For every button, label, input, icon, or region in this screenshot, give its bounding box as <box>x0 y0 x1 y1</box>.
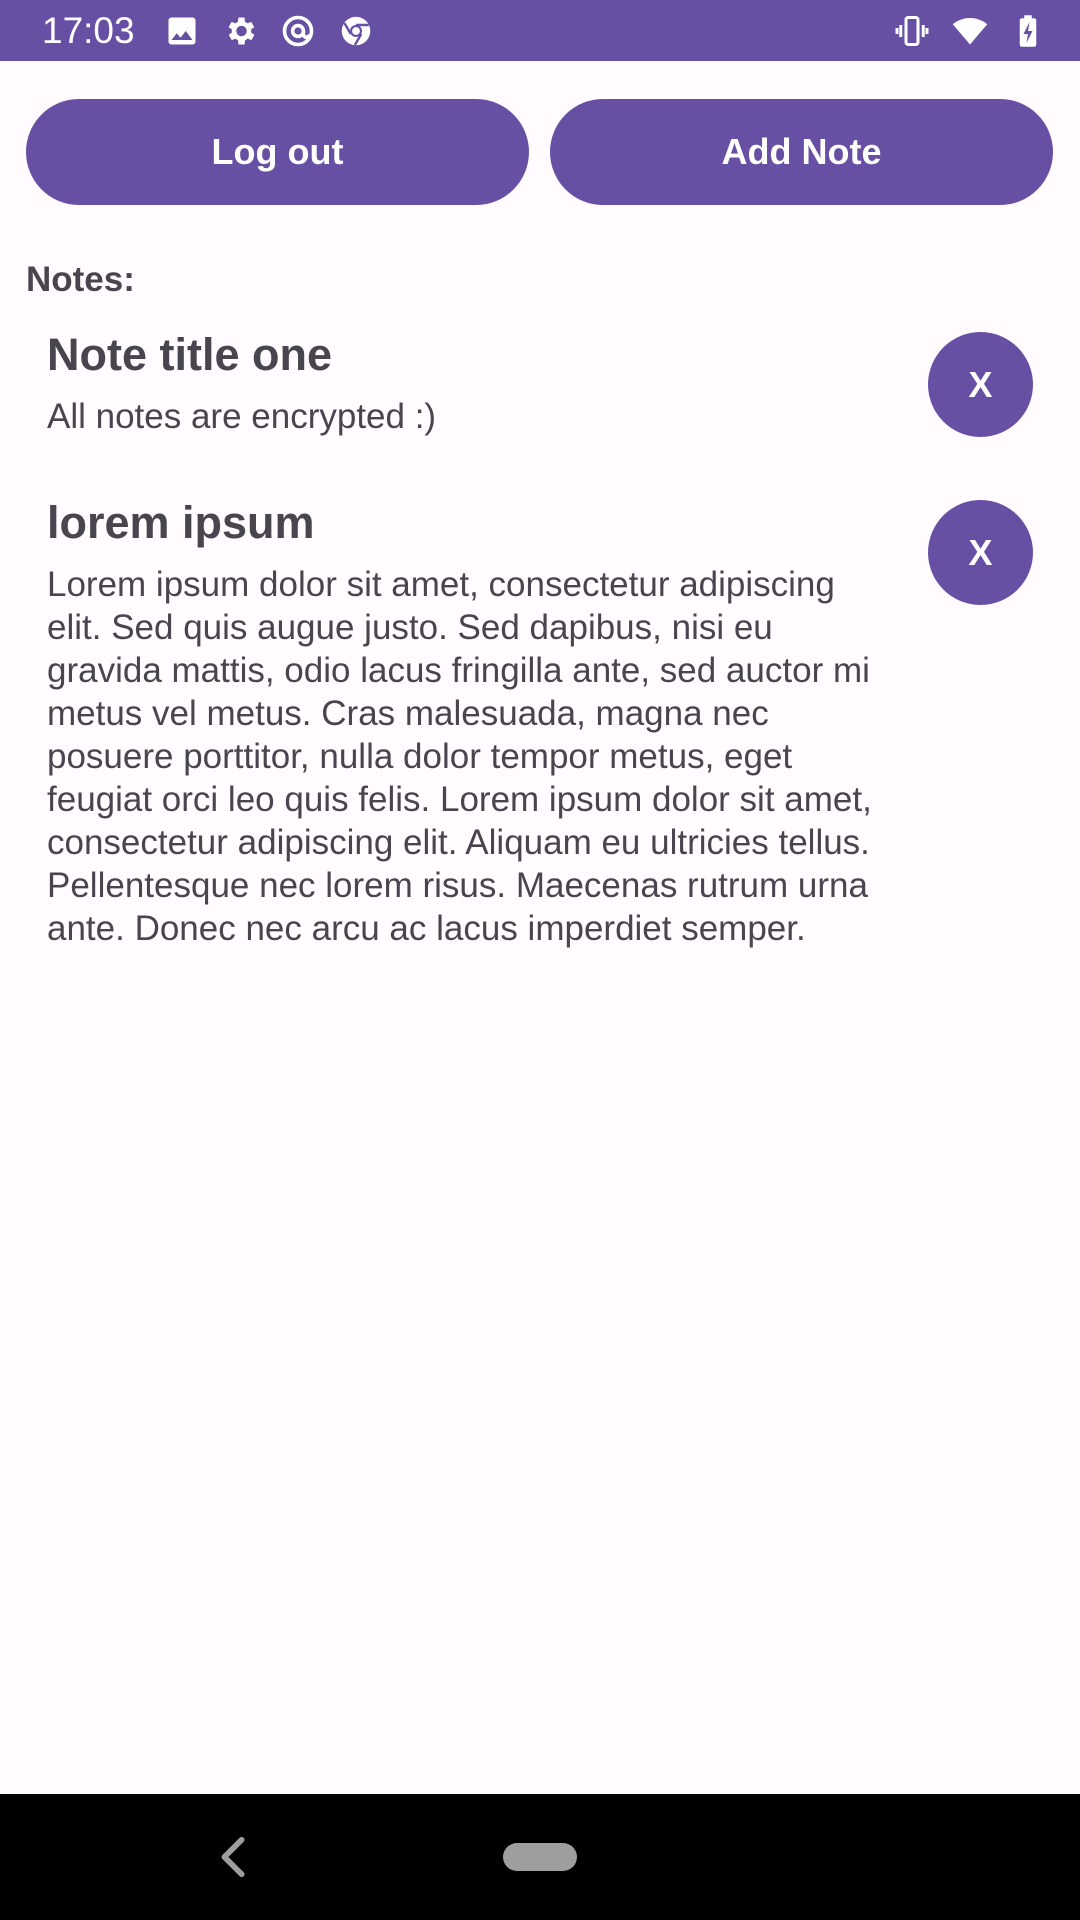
delete-note-button[interactable]: X <box>928 500 1033 605</box>
note-title: Note title one <box>47 329 333 380</box>
status-icons-left <box>164 13 374 49</box>
notes-heading: Notes: <box>26 260 135 299</box>
wifi-icon <box>952 13 988 49</box>
battery-charging-icon <box>1010 13 1046 49</box>
navigation-bar <box>0 1794 1080 1920</box>
home-pill-icon[interactable] <box>503 1843 577 1871</box>
back-chevron-icon[interactable] <box>216 1834 252 1880</box>
note-item: lorem ipsum Lorem ipsum dolor sit amet, … <box>47 495 897 950</box>
delete-note-button[interactable]: X <box>928 332 1033 437</box>
status-time: 17:03 <box>42 10 135 51</box>
note-body: All notes are encrypted :) <box>47 397 437 436</box>
note-body: Lorem ipsum dolor sit amet, consectetur … <box>47 565 872 948</box>
vibrate-icon <box>894 13 930 49</box>
status-icons-right <box>894 13 1046 49</box>
image-icon <box>164 13 200 49</box>
at-sign-icon <box>280 13 316 49</box>
gear-icon <box>222 13 258 49</box>
status-bar: 17:03 <box>0 0 1080 61</box>
note-title: lorem ipsum <box>47 497 315 548</box>
chrome-icon <box>338 13 374 49</box>
note-item: Note title one All notes are encrypted :… <box>47 327 897 438</box>
logout-button[interactable]: Log out <box>26 99 529 205</box>
add-note-button[interactable]: Add Note <box>550 99 1053 205</box>
